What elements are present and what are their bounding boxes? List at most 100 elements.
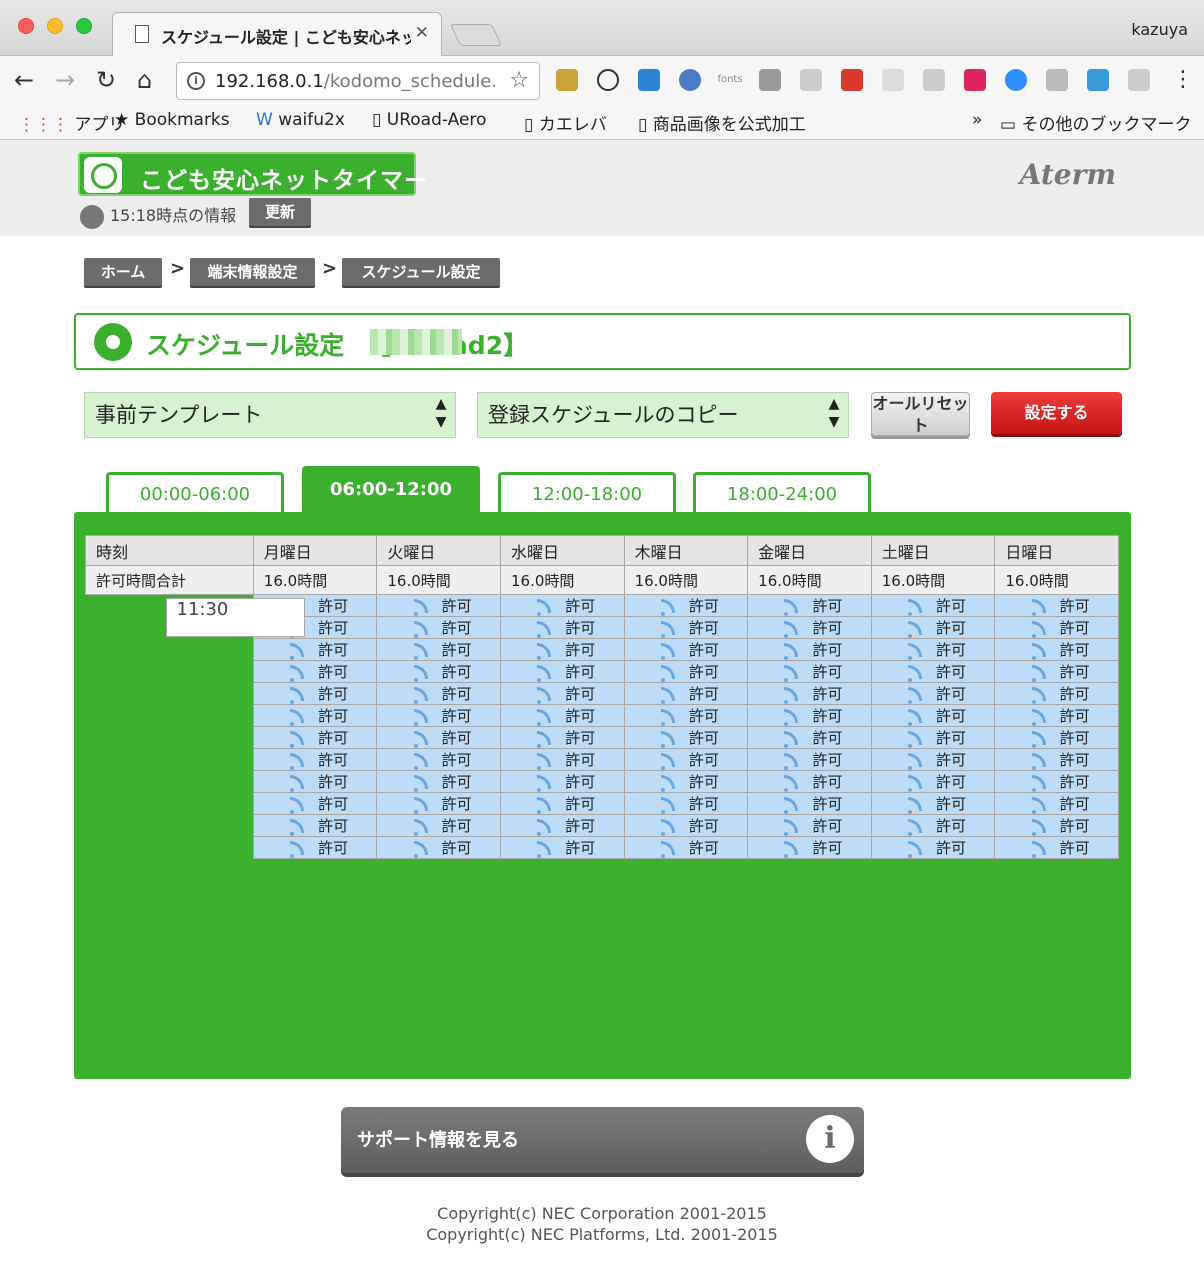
schedule-cell[interactable]: 許可 (623, 792, 749, 815)
close-tab-icon[interactable]: ✕ (415, 23, 429, 43)
extension-list-icon[interactable] (882, 69, 904, 91)
schedule-cell[interactable]: 許可 (499, 638, 625, 661)
bookmark-waifu2x[interactable]: W waifu2x (256, 110, 345, 130)
schedule-cell[interactable]: 許可 (870, 682, 996, 705)
breadcrumb-device[interactable]: 端末情報設定 (190, 258, 315, 286)
schedule-cell[interactable]: 許可 (870, 770, 996, 793)
schedule-cell[interactable]: 許可 (623, 638, 749, 661)
bookmark-apps[interactable]: ⋮⋮⋮ アプリ (18, 110, 125, 135)
bookmark-bookmarks[interactable]: ★ Bookmarks (114, 110, 230, 130)
schedule-cell[interactable]: 許可 (994, 726, 1119, 749)
schedule-cell[interactable]: 許可 (994, 638, 1119, 661)
breadcrumb-current[interactable]: スケジュール設定 (342, 258, 500, 286)
apply-settings-button[interactable]: 設定する (991, 392, 1122, 434)
extension-fonts-icon[interactable]: fonts (716, 69, 744, 91)
schedule-cell[interactable]: 許可 (747, 748, 872, 771)
schedule-cell[interactable]: 許可 (623, 836, 749, 859)
new-tab-button[interactable] (449, 24, 503, 46)
schedule-cell[interactable]: 許可 (252, 836, 378, 859)
schedule-cell[interactable]: 許可 (499, 704, 625, 727)
tab-06-12[interactable]: 06:00-12:00 (302, 466, 480, 514)
schedule-cell[interactable]: 許可 (747, 594, 872, 617)
tab-00-06[interactable]: 00:00-06:00 (106, 472, 284, 514)
extension-chat-icon[interactable] (923, 69, 945, 91)
schedule-cell[interactable]: 許可 (623, 682, 749, 705)
home-icon[interactable]: ⌂ (137, 66, 152, 94)
schedule-cell[interactable]: 許可 (252, 660, 378, 683)
schedule-cell[interactable]: 許可 (994, 836, 1119, 859)
schedule-cell[interactable]: 許可 (252, 638, 378, 661)
bookmark-image[interactable]: ▯ 商品画像を公式加工 (638, 110, 806, 135)
browser-tab-active[interactable]: スケジュール設定 | こども安心ネッ ✕ (112, 12, 442, 57)
schedule-cell[interactable]: 許可 (870, 660, 996, 683)
schedule-cell[interactable]: 許可 (252, 770, 378, 793)
schedule-cell[interactable]: 許可 (747, 814, 872, 837)
schedule-cell[interactable]: 許可 (870, 638, 996, 661)
schedule-cell[interactable]: 許可 (376, 594, 501, 617)
schedule-cell[interactable]: 許可 (747, 660, 872, 683)
schedule-cell[interactable]: 許可 (252, 814, 378, 837)
maximize-window-button[interactable] (76, 18, 92, 34)
extension-bird-icon[interactable] (1087, 69, 1109, 91)
schedule-cell[interactable]: 許可 (252, 748, 378, 771)
profile-name[interactable]: kazuya (1131, 20, 1188, 39)
schedule-cell[interactable]: 許可 (252, 726, 378, 749)
schedule-cell[interactable]: 許可 (747, 792, 872, 815)
bookmark-kaereba[interactable]: ▯ カエレバ (524, 110, 607, 135)
extension-save-icon[interactable] (1128, 69, 1150, 91)
schedule-cell[interactable]: 許可 (623, 594, 749, 617)
extension-globe-icon[interactable] (679, 69, 701, 91)
schedule-cell[interactable]: 許可 (499, 814, 625, 837)
menu-kebab-icon[interactable]: ⋮ (1172, 66, 1194, 94)
schedule-cell[interactable]: 許可 (747, 704, 872, 727)
copy-schedule-select[interactable]: 登録スケジュールのコピー ▲ ▼ (477, 392, 849, 438)
schedule-cell[interactable]: 許可 (747, 616, 872, 639)
schedule-cell[interactable]: 許可 (747, 638, 872, 661)
forward-arrow-icon[interactable]: → (55, 66, 75, 94)
schedule-cell[interactable]: 許可 (994, 682, 1119, 705)
schedule-cell[interactable]: 許可 (747, 726, 872, 749)
schedule-cell[interactable]: 許可 (870, 726, 996, 749)
schedule-cell[interactable]: 許可 (376, 660, 501, 683)
schedule-cell[interactable]: 許可 (994, 616, 1119, 639)
address-bar[interactable]: i 192.168.0.1/kodomo_schedule.... ☆ (176, 62, 540, 100)
schedule-cell[interactable]: 許可 (994, 792, 1119, 815)
schedule-cell[interactable]: 許可 (747, 682, 872, 705)
schedule-cell[interactable]: 許可 (499, 616, 625, 639)
schedule-cell[interactable]: 許可 (499, 792, 625, 815)
schedule-cell[interactable]: 許可 (994, 660, 1119, 683)
schedule-cell[interactable]: 許可 (376, 682, 501, 705)
extension-video-icon[interactable] (1005, 69, 1027, 91)
schedule-cell[interactable]: 許可 (499, 770, 625, 793)
schedule-cell[interactable]: 許可 (376, 836, 501, 859)
extension-bl-icon[interactable] (638, 69, 660, 91)
schedule-cell[interactable]: 許可 (376, 704, 501, 727)
schedule-cell[interactable]: 許可 (623, 726, 749, 749)
extension-q-icon[interactable] (964, 69, 986, 91)
schedule-cell[interactable]: 許可 (994, 704, 1119, 727)
schedule-cell[interactable]: 許可 (623, 770, 749, 793)
bookmark-uroad[interactable]: ▯ URoad-Aero (372, 110, 486, 130)
extension-b-icon[interactable] (841, 69, 863, 91)
schedule-cell[interactable]: 許可 (252, 704, 378, 727)
schedule-cell[interactable]: 許可 (747, 836, 872, 859)
support-info-button[interactable]: サポート情報を見る i (341, 1107, 864, 1173)
minimize-window-button[interactable] (47, 18, 63, 34)
tab-18-24[interactable]: 18:00-24:00 (693, 472, 871, 514)
schedule-cell[interactable]: 許可 (376, 726, 501, 749)
app-logo[interactable]: こども安心ネットタイマー (78, 152, 427, 196)
schedule-cell[interactable]: 許可 (499, 726, 625, 749)
back-arrow-icon[interactable]: ← (14, 66, 34, 94)
schedule-cell[interactable]: 許可 (252, 682, 378, 705)
schedule-cell[interactable]: 許可 (994, 748, 1119, 771)
schedule-cell[interactable]: 許可 (623, 660, 749, 683)
schedule-cell[interactable]: 許可 (376, 770, 501, 793)
schedule-cell[interactable]: 許可 (376, 814, 501, 837)
schedule-cell[interactable]: 許可 (499, 836, 625, 859)
schedule-cell[interactable]: 許可 (870, 792, 996, 815)
schedule-cell[interactable]: 許可 (870, 704, 996, 727)
bookmark-star-icon[interactable]: ☆ (509, 68, 529, 93)
schedule-cell[interactable]: 許可 (994, 594, 1119, 617)
close-window-button[interactable] (18, 18, 34, 34)
schedule-cell[interactable]: 許可 (623, 748, 749, 771)
